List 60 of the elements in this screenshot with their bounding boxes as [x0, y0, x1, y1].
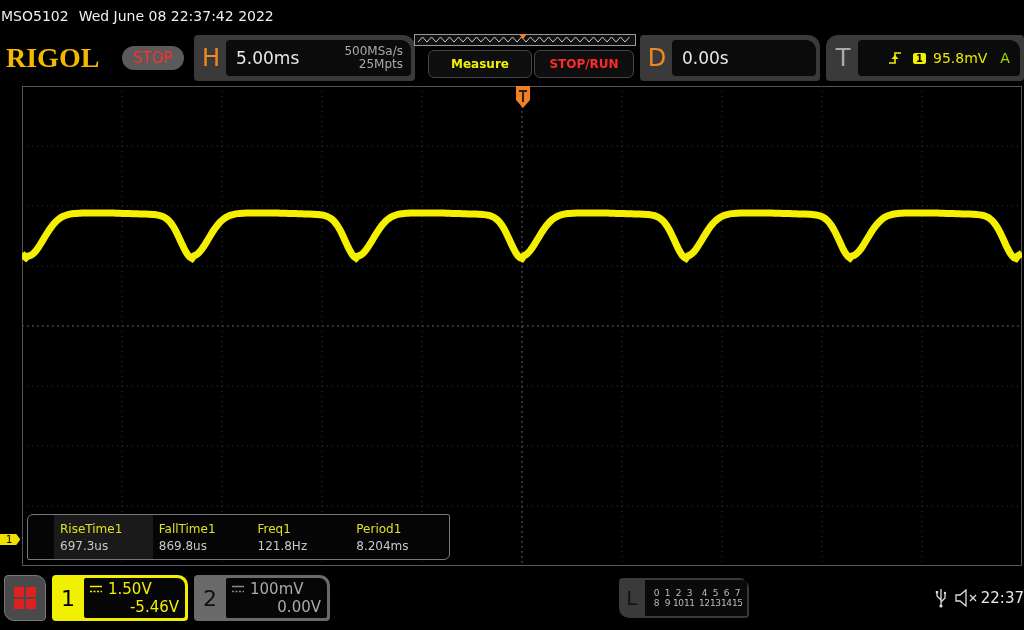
trigger-mode: A: [1000, 50, 1010, 66]
horizontal-label: H: [200, 44, 221, 72]
digital-channel-number: 15: [731, 598, 743, 608]
trigger-label: T: [834, 44, 852, 72]
measurement-name: Period1: [356, 521, 403, 536]
delay-label: D: [646, 44, 668, 72]
timebase-value: 5.00ms: [236, 48, 300, 68]
digital-channel-number: 10: [672, 598, 684, 608]
channel-number: 2: [202, 585, 218, 611]
date-time: Wed June 08 22:37:42 2022: [78, 8, 274, 24]
sample-rate: 500MSa/s: [344, 45, 403, 58]
measurement-name: FallTime1: [158, 521, 217, 536]
digital-channel-number: 0: [652, 588, 660, 598]
measurement-value: 8.204ms: [356, 538, 410, 553]
trigger-panel[interactable]: T 1 95.8mV A: [826, 35, 1024, 81]
grid-icon: [14, 587, 36, 609]
digital-channel-number: 6: [722, 588, 730, 598]
memory-depth: 25Mpts: [358, 58, 403, 71]
delay-value: 0.00s: [682, 48, 729, 68]
horizontal-panel[interactable]: H 5.00ms 500MSa/s 25Mpts: [194, 35, 415, 81]
digital-channel-number: 8: [652, 598, 660, 608]
measurement-name: Freq1: [257, 521, 292, 536]
dc-coupling-icon: [232, 585, 244, 593]
trigger-source: 1: [913, 52, 926, 64]
vertical-scale: 1.50V: [108, 580, 152, 598]
model-name: MSO5102: [1, 8, 69, 24]
digital-channel-number: 11: [683, 598, 695, 608]
vertical-scale: 100mV: [250, 580, 304, 598]
clock-time: 22:37: [980, 589, 1024, 607]
measure-button[interactable]: Measure: [428, 50, 532, 78]
channel-marker[interactable]: 1: [0, 534, 21, 545]
trigger-level: 95.8mV: [932, 50, 988, 66]
channel-panel[interactable]: 1 1.50V -5.46V: [52, 575, 188, 621]
channel-number: 1: [60, 585, 76, 611]
usb-icon: [934, 588, 947, 608]
digital-channel-number: 1: [663, 588, 671, 598]
trigger-position-icon: [516, 86, 530, 108]
muted-speaker-icon: [954, 589, 979, 607]
brand-logo: RIGOL: [6, 42, 101, 74]
digital-channel-number: 14: [720, 598, 732, 608]
measurement-value: 697.3us: [60, 538, 110, 553]
delay-panel[interactable]: D 0.00s: [640, 35, 820, 81]
digital-channel-number: 13: [709, 598, 721, 608]
measurement-name: RiseTime1: [60, 521, 124, 536]
stop-run-button[interactable]: STOP/RUN: [534, 50, 634, 78]
digital-channel-number: 12: [698, 598, 710, 608]
digital-channel-number: 5: [711, 588, 719, 598]
channel-panel[interactable]: 2 100mV 0.00V: [194, 575, 330, 621]
dc-coupling-icon: [90, 585, 102, 593]
digital-channel-number: 4: [700, 588, 708, 598]
digital-channel-number: 9: [663, 598, 671, 608]
vertical-offset: -5.46V: [128, 598, 179, 616]
measurement-value: 121.8Hz: [257, 538, 309, 553]
digital-channel-number: 2: [674, 588, 682, 598]
digital-channel-number: 7: [733, 588, 741, 598]
rising-edge-icon: [888, 51, 902, 65]
measurement-value: 869.8us: [158, 538, 208, 553]
digital-channel-number: 3: [685, 588, 693, 598]
menu-button[interactable]: [4, 575, 46, 621]
vertical-offset: 0.00V: [276, 598, 321, 616]
